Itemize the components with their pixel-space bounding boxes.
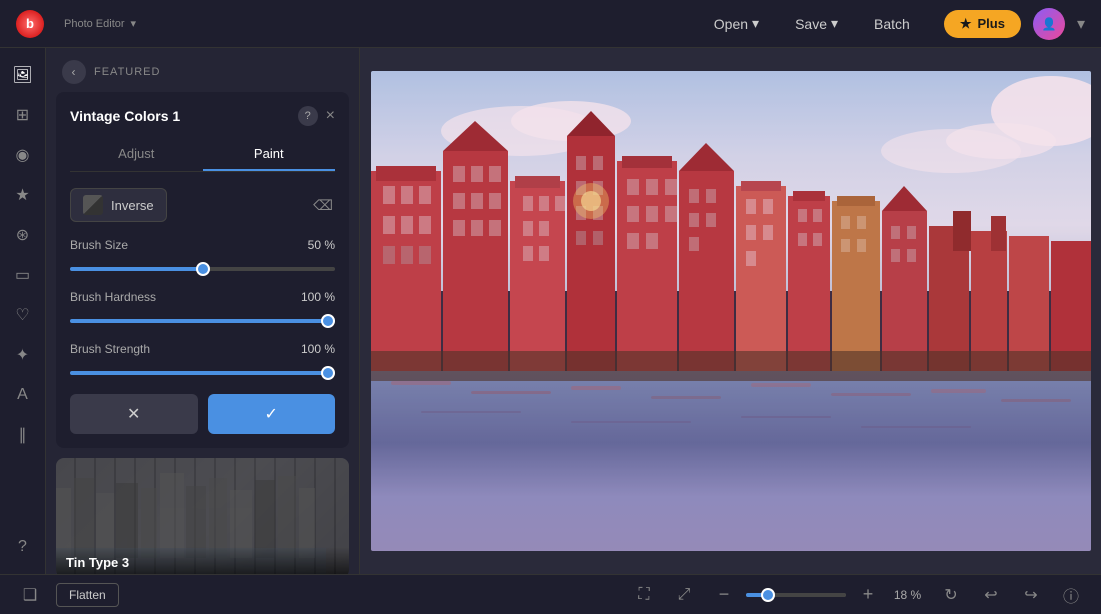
sidebar-item-nodes[interactable]: ⊛ — [6, 218, 40, 252]
left-panel: ‹ FEATURED Vintage Colors 1 ? × Adjust P… — [46, 48, 360, 574]
filter-title: Vintage Colors 1 — [70, 108, 180, 124]
batch-button[interactable]: Batch — [860, 10, 924, 38]
inverse-row: Inverse ⌫ — [70, 188, 335, 222]
bottom-bar: ❑ Flatten ⛶ ⤢ − + 18 % ↻ ↩ ↪ ⓘ — [0, 574, 1101, 614]
app-title-arrow: ▾ — [131, 17, 137, 30]
fit-screen-icon[interactable]: ⛶ — [630, 581, 658, 609]
tab-paint[interactable]: Paint — [203, 138, 336, 171]
info-icon[interactable]: ⓘ — [1057, 581, 1085, 609]
plus-star-icon: ★ — [960, 16, 972, 32]
inverse-icon — [83, 195, 103, 215]
sidebar-item-image[interactable]: 🖼 — [6, 58, 40, 92]
app-title-dropdown[interactable]: Photo Editor ▾ — [64, 17, 136, 30]
inverse-button[interactable]: Inverse — [70, 188, 167, 222]
layers-icon[interactable]: ❑ — [16, 581, 44, 609]
confirm-button[interactable]: ✓ — [208, 394, 336, 434]
expand-icon[interactable]: ⤢ — [670, 581, 698, 609]
thumbnail-label: Tin Type 3 — [56, 547, 349, 574]
filter-card-actions: ? × — [298, 106, 335, 126]
zoom-in-icon[interactable]: + — [854, 581, 882, 609]
topbar: b Photo Editor ▾ Open ▾ Save ▾ Batch ★ P… — [0, 0, 1101, 48]
brush-size-input[interactable] — [70, 267, 335, 271]
sidebar-item-eye[interactable]: ◉ — [6, 138, 40, 172]
main-area: 🖼 ⊞ ◉ ★ ⊛ ▭ ♡ ✦ A ∥ ? ‹ FEATURED Vintage… — [0, 48, 1101, 574]
open-button[interactable]: Open ▾ — [700, 9, 773, 38]
erase-icon[interactable]: ⌫ — [311, 193, 335, 217]
zoom-range-input[interactable] — [746, 593, 846, 597]
zoom-percentage: 18 % — [890, 588, 925, 602]
sidebar-item-badge[interactable]: ✦ — [6, 338, 40, 372]
back-button[interactable]: ‹ — [62, 60, 86, 84]
photo-canvas — [371, 71, 1091, 551]
topbar-center: Open ▾ Save ▾ Batch — [700, 9, 924, 38]
sidebar-item-heart[interactable]: ♡ — [6, 298, 40, 332]
flatten-button[interactable]: Flatten — [56, 583, 119, 607]
brush-hardness-slider-group: Brush Hardness 100 % — [70, 290, 335, 328]
cancel-button[interactable]: ✕ — [70, 394, 198, 434]
avatar-initials: 👤 — [1041, 17, 1056, 31]
thumbnail-tin-type[interactable]: Tin Type 3 — [56, 458, 349, 574]
loop-icon[interactable]: ↻ — [937, 581, 965, 609]
undo-icon[interactable]: ↩ — [977, 581, 1005, 609]
brush-strength-label: Brush Strength 100 % — [70, 342, 335, 356]
brush-strength-slider-group: Brush Strength 100 % — [70, 342, 335, 380]
panel-header: ‹ FEATURED — [46, 48, 359, 92]
plus-button[interactable]: ★ Plus — [944, 10, 1021, 38]
brush-size-value: 50 % — [308, 238, 335, 252]
save-button[interactable]: Save ▾ — [781, 9, 852, 38]
action-buttons: ✕ ✓ — [70, 394, 335, 434]
sidebar-item-star[interactable]: ★ — [6, 178, 40, 212]
filter-card: Vintage Colors 1 ? × Adjust Paint Invers… — [56, 92, 349, 448]
redo-icon[interactable]: ↪ — [1017, 581, 1045, 609]
sidebar-item-brush[interactable]: ∥ — [6, 418, 40, 452]
close-filter-button[interactable]: × — [326, 107, 335, 125]
sidebar-item-text[interactable]: A — [6, 378, 40, 412]
avatar[interactable]: 👤 — [1033, 8, 1065, 40]
sidebar-item-frame[interactable]: ▭ — [6, 258, 40, 292]
brush-hardness-input[interactable] — [70, 319, 335, 323]
brush-size-label: Brush Size 50 % — [70, 238, 335, 252]
photo-svg — [371, 71, 1091, 551]
help-icon[interactable]: ? — [298, 106, 318, 126]
brush-hardness-value: 100 % — [301, 290, 335, 304]
tabs: Adjust Paint — [70, 138, 335, 172]
tab-adjust[interactable]: Adjust — [70, 138, 203, 171]
topbar-right: ★ Plus 👤 ▾ — [944, 8, 1085, 40]
sidebar-item-sliders[interactable]: ⊞ — [6, 98, 40, 132]
avatar-arrow[interactable]: ▾ — [1077, 14, 1085, 34]
app-logo[interactable]: b — [16, 10, 44, 38]
brush-strength-input[interactable] — [70, 371, 335, 375]
icon-bar: 🖼 ⊞ ◉ ★ ⊛ ▭ ♡ ✦ A ∥ ? — [0, 48, 46, 574]
inverse-label: Inverse — [111, 198, 154, 213]
zoom-slider[interactable] — [746, 593, 846, 597]
sidebar-item-question[interactable]: ? — [6, 530, 40, 564]
brush-size-slider-group: Brush Size 50 % — [70, 238, 335, 276]
zoom-out-icon[interactable]: − — [710, 581, 738, 609]
canvas-area[interactable] — [360, 48, 1101, 574]
brush-hardness-label: Brush Hardness 100 % — [70, 290, 335, 304]
zoom-controls: − + 18 % — [710, 581, 925, 609]
featured-label: FEATURED — [94, 66, 160, 78]
brush-strength-value: 100 % — [301, 342, 335, 356]
app-title-text: Photo Editor — [64, 18, 125, 30]
filter-card-header: Vintage Colors 1 ? × — [70, 106, 335, 126]
